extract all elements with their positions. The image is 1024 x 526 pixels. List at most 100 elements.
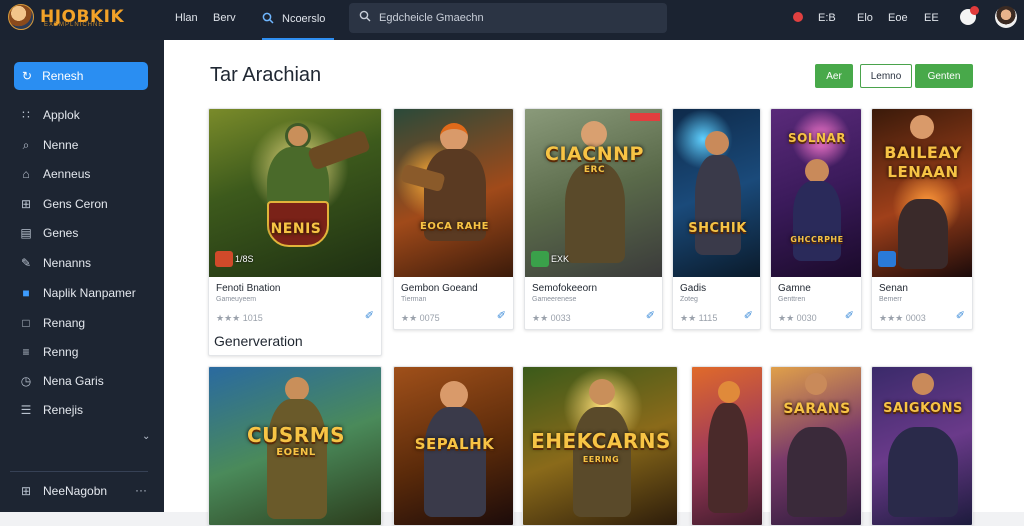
top-item-4[interactable]: EE [924,12,939,24]
game-name: Gembon Goeand [401,283,478,294]
window-icon: ▤ [20,226,32,240]
sidebar-item-gens-ceron[interactable]: ⊞ Gens Ceron [18,195,108,213]
game-cover-image: EOCA RAHE [394,109,513,277]
sidebar-item-renang[interactable]: □ Renang [18,314,85,332]
sidebar-item-nena-garis[interactable]: ◷ Nena Garis [18,372,104,390]
game-genre: Gameuyeem [216,296,257,303]
game-card[interactable]: CUSRMS EOENL [208,366,382,526]
grid-icon: ⊞ [20,484,32,498]
game-card[interactable]: CIACNNP ERC EXK Semofokeeorn Gameerenese… [524,108,663,330]
more-icon[interactable]: ··· [135,483,147,497]
game-rating: ★★ 1115 [680,313,718,323]
sidebar-item-nenne[interactable]: ⌕ Nenne [18,136,79,154]
tag-icon[interactable]: ✐ [845,309,854,322]
refresh-icon: ↻ [22,69,33,83]
sidebar-item-aenneus[interactable]: ⌂ Aenneus [18,165,90,183]
sidebar-footer-item[interactable]: ⊞ NeeNagobn [18,482,107,500]
sidebar-item-label: Nena Garis [43,374,104,388]
logo-avatar [8,4,34,30]
nav-link-2[interactable]: Berv [213,12,236,24]
game-cover-image: SARANS [771,367,861,525]
sidebar-item-label: Naplik Nanpamer [43,286,136,300]
sidebar-item-active[interactable]: ↻ Renesh [14,62,148,90]
cover-subtitle: ERC [583,165,606,175]
cover-title: SARANS [783,401,851,417]
sidebar-footer-label: NeeNagobn [43,484,108,498]
apps-icon: ∷ [22,108,30,122]
sidebar-item-label: Renejis [43,403,84,417]
nav-tab-label: Ncoerslo [282,13,326,25]
top-item-1[interactable]: E:B [818,12,836,24]
tag-icon[interactable]: ✐ [744,309,753,322]
cover-title: SAIGKONS [883,401,963,416]
cover-subtitle: EOENL [276,447,316,458]
game-card[interactable]: BAILEAY LENAAN Senan Bemerr ★★★ 0003 ✐ [871,108,973,330]
sidebar-item-renng[interactable]: ≡ Renng [18,343,78,361]
cover-title: SOLNAR [787,131,847,145]
top-bar: HJOBKIK EXEMPLNICHNE Hlan Berv Ncoerslo … [0,0,1024,40]
game-rating: ★★ 0030 [778,313,817,323]
cover-title: EOCA RAHE [419,221,490,232]
game-rating: ★★★ 1015 [216,313,263,323]
cover-subtitle: LENAAN [887,163,959,181]
game-genre: Gameerenese [532,296,577,303]
sidebar-item-genes[interactable]: ▤ Genes [18,224,78,242]
game-card[interactable] [691,366,763,526]
game-card[interactable]: NENIS 1/8S Fenoti Bnation Gameuyeem ★★★ … [208,108,382,356]
grid-icon: ⊞ [20,197,32,211]
search-icon [359,9,371,27]
game-rating: ★★ 0033 [532,313,571,323]
game-cover-image: SOLNAR GHCCRPHE [771,109,861,277]
chevron-down-icon[interactable]: ⌄ [142,431,150,442]
search-input[interactable] [379,12,659,24]
game-cover-image: NENIS 1/8S [209,109,381,277]
search-box[interactable] [349,3,667,33]
sidebar: ↻ Renesh ∷ Applok ⌕ Nenne ⌂ Aenneus ⊞ Gens C… [0,40,164,512]
main-content: Tar Arachian Aer Lemno Genten NENIS 1/8S… [164,40,1024,526]
game-name: Gamne [778,283,811,294]
top-item-2[interactable]: Elo [857,12,873,24]
sidebar-item-label: Nenanns [43,256,92,270]
search-icon [262,12,274,27]
box-icon: □ [22,316,30,330]
game-genre: Tierman [401,296,427,303]
nav-link-1[interactable]: Hlan [175,12,198,24]
notification-dot-icon[interactable] [793,12,803,22]
new-ribbon [630,113,660,121]
game-card[interactable]: SARANS [770,366,862,526]
genten-button[interactable]: Genten [915,64,973,88]
game-name: Fenoti Bnation [216,283,281,294]
game-card[interactable]: SOLNAR GHCCRPHE Gamne Genttren ★★ 0030 ✐ [770,108,862,330]
tag-icon[interactable]: ✐ [956,309,965,322]
cover-badge: 1/8S [235,254,254,264]
lemno-button[interactable]: Lemno [860,64,912,88]
game-rating: ★★ 0075 [401,313,440,323]
game-card[interactable]: SAIGKONS [871,366,973,526]
cover-title: SHCHIK [688,221,747,236]
game-genre: Genttren [778,296,806,303]
aer-button[interactable]: Aer [815,64,853,88]
tag-icon[interactable]: ✐ [365,309,374,322]
sidebar-item-renejis[interactable]: ☰ Renejis [18,401,83,419]
cover-subtitle: GHCCRPHE [790,235,844,244]
user-avatar[interactable] [995,6,1017,28]
chart-icon: ≡ [22,345,30,359]
tag-icon[interactable]: ✐ [497,309,506,322]
game-card[interactable]: EHEKCARNS EERING [522,366,678,526]
sidebar-item-label: Renng [43,345,79,359]
game-card[interactable]: EOCA RAHE Gembon Goeand Tierman ★★ 0075 … [393,108,514,330]
top-item-3[interactable]: Eoe [888,12,908,24]
game-card[interactable]: SEPALHK [393,366,514,526]
cover-title: EHEKCARNS [531,429,671,453]
sidebar-item-nenanns[interactable]: ✎ Nenanns [18,254,91,272]
sidebar-item-applok[interactable]: ∷ Applok [18,106,80,124]
game-card[interactable]: SHCHIK Gadis Zoteg ★★ 1115 ✐ [672,108,761,330]
nav-tab-active[interactable]: Ncoerslo [262,0,334,40]
cover-title: NENIS [270,221,322,237]
cover-title: SEPALHK [414,435,495,453]
tag-icon[interactable]: ✐ [646,309,655,322]
list-icon: ☰ [20,403,32,417]
sidebar-item-label: Aenneus [43,167,91,181]
game-genre: Bemerr [879,296,902,303]
sidebar-item-naplik[interactable]: ■ Naplik Nanpamer [18,284,136,302]
